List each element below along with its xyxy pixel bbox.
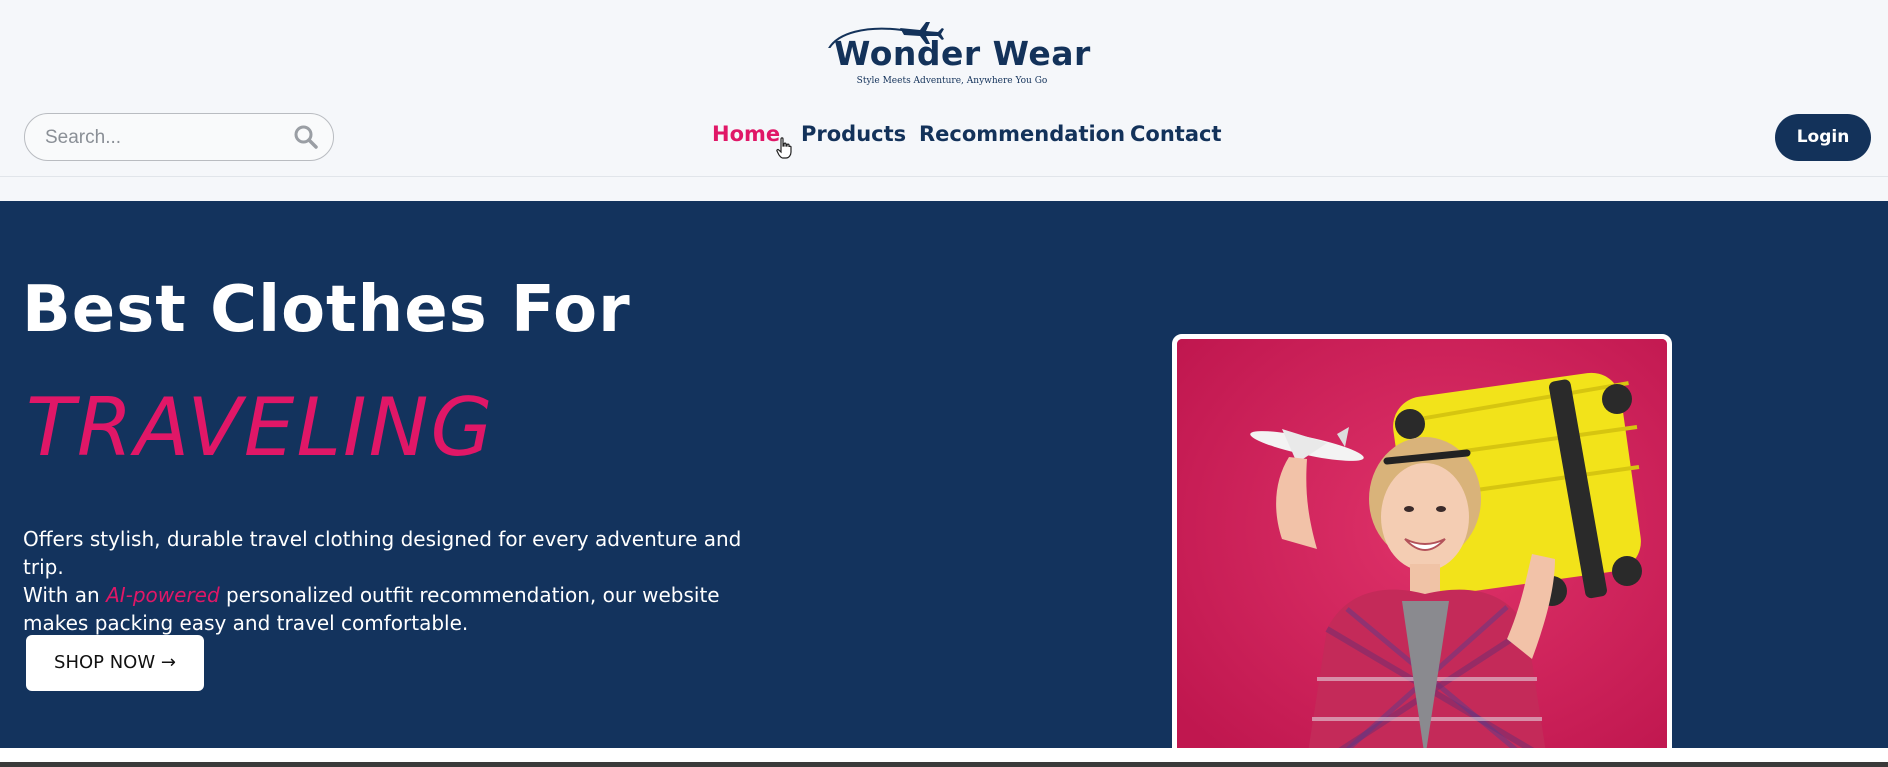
- nav-item-home[interactable]: Home: [712, 122, 780, 146]
- nav-item-recommendation[interactable]: Recommendation: [919, 122, 1125, 146]
- site-header: Wonder Wear Style Meets Adventure, Anywh…: [0, 0, 1888, 177]
- hero-desc-line2-end: personalized outfit recommendation, our …: [219, 583, 720, 607]
- hero-desc-line2-start: With an: [23, 583, 107, 607]
- search-box: [24, 113, 334, 161]
- nav-item-contact[interactable]: Contact: [1130, 122, 1222, 146]
- hero-section: Best Clothes For TRAVELING Offers stylis…: [0, 201, 1888, 748]
- search-input[interactable]: [43, 124, 277, 152]
- hero-desc-line1: Offers stylish, durable travel clothing …: [23, 527, 742, 579]
- brand-tagline: Style Meets Adventure, Anywhere You Go: [856, 76, 1048, 86]
- hero-highlight: TRAVELING: [26, 381, 495, 474]
- hero-desc-line3: makes packing easy and travel comfortabl…: [23, 611, 469, 635]
- brand-name: Wonder Wear: [834, 34, 1091, 73]
- search-icon[interactable]: [293, 124, 319, 150]
- shop-now-button[interactable]: SHOP NOW →: [26, 635, 204, 691]
- traveler-photo: [1177, 339, 1667, 748]
- hero-description: Offers stylish, durable travel clothing …: [23, 525, 783, 637]
- ai-powered-highlight: AI-powered: [106, 583, 220, 607]
- bottom-border: [0, 762, 1888, 767]
- brand-logo[interactable]: Wonder Wear Style Meets Adventure, Anywh…: [822, 8, 1090, 92]
- login-button[interactable]: Login: [1775, 114, 1871, 161]
- hero-title: Best Clothes For: [22, 273, 631, 347]
- hand-cursor-icon: [776, 137, 792, 159]
- nav-item-products[interactable]: Products: [801, 122, 906, 146]
- hero-image: [1172, 334, 1672, 748]
